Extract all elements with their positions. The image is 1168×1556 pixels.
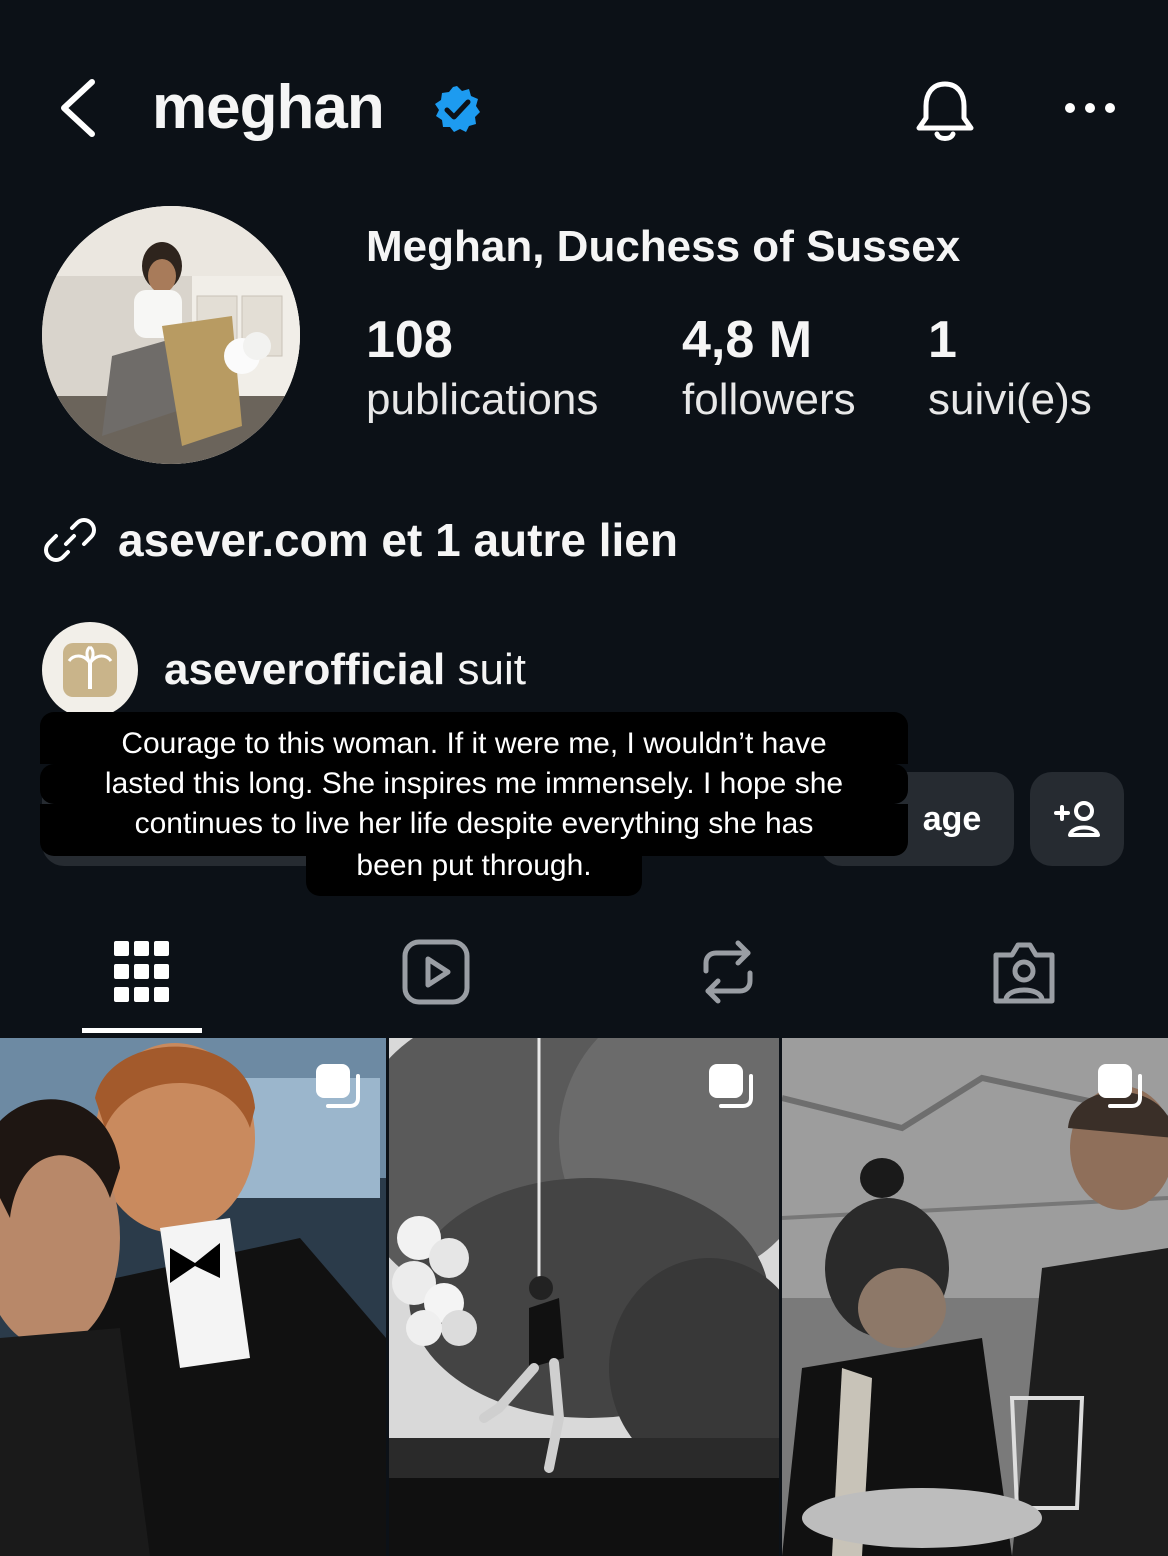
tab-reels[interactable]: [376, 932, 496, 1012]
tab-grid[interactable]: [82, 932, 202, 1012]
repost-icon: [703, 940, 753, 1004]
link-text: asever.com et 1 autre lien: [118, 514, 678, 566]
follower-account-name: aseverofficial: [164, 645, 446, 694]
profile-full-name: Meghan, Duchess of Sussex: [366, 222, 961, 271]
stat-label: publications: [366, 375, 599, 424]
stat-label: suivi(e)s: [928, 375, 1092, 424]
post-image: [782, 1038, 1168, 1556]
profile-username: meghan: [152, 73, 385, 142]
grid-post-1[interactable]: [0, 1038, 386, 1556]
stat-publications[interactable]: 108 publications: [366, 310, 598, 430]
multiple-photos-icon: [316, 1064, 360, 1108]
link-icon: [44, 518, 96, 562]
stat-value: 1: [928, 311, 957, 369]
multiple-photos-icon: [709, 1064, 753, 1108]
profile-links[interactable]: asever.com et 1 autre lien: [44, 510, 678, 570]
palm-tree-logo-icon: [63, 643, 117, 697]
tagged-icon: [993, 942, 1055, 1004]
notifications-button[interactable]: [910, 74, 980, 146]
stat-label: followers: [682, 375, 856, 424]
post-image: [0, 1038, 386, 1556]
post-image: [389, 1038, 779, 1556]
chevron-left-icon: [61, 79, 95, 137]
reels-icon: [402, 939, 470, 1005]
caption-line-2: lasted this long. She inspires me immens…: [40, 764, 908, 804]
grid-icon: [114, 941, 169, 1002]
follower-avatar: [42, 622, 138, 718]
tab-reposts[interactable]: [668, 932, 788, 1012]
active-tab-indicator: [82, 1028, 202, 1033]
stat-following[interactable]: 1 suivi(e)s: [928, 310, 1092, 430]
followed-by-text: aseverofficial suit: [164, 645, 526, 695]
tab-tagged[interactable]: [964, 932, 1084, 1012]
verified-badge-icon: [432, 84, 482, 134]
stat-followers[interactable]: 4,8 M followers: [682, 310, 856, 430]
grid-post-3[interactable]: [782, 1038, 1168, 1556]
multiple-photos-icon: [1098, 1064, 1142, 1108]
add-person-icon: [1054, 801, 1100, 837]
stat-value: 108: [366, 311, 453, 369]
followed-by-row[interactable]: aseverofficial suit: [42, 622, 526, 718]
caption-line-1: Courage to this woman. If it were me, I …: [40, 712, 908, 764]
back-button[interactable]: [52, 72, 112, 144]
bell-icon: [916, 81, 974, 141]
grid-post-2[interactable]: [389, 1038, 779, 1556]
profile-avatar[interactable]: [42, 206, 300, 464]
suggested-accounts-button[interactable]: [1030, 772, 1124, 866]
more-horizontal-icon: [1065, 103, 1115, 113]
stat-value: 4,8 M: [682, 311, 813, 369]
follows-suffix: suit: [457, 645, 526, 694]
caption-line-4: been put through.: [306, 846, 642, 896]
message-button-label: age: [922, 799, 982, 838]
more-options-button[interactable]: [1062, 88, 1118, 128]
